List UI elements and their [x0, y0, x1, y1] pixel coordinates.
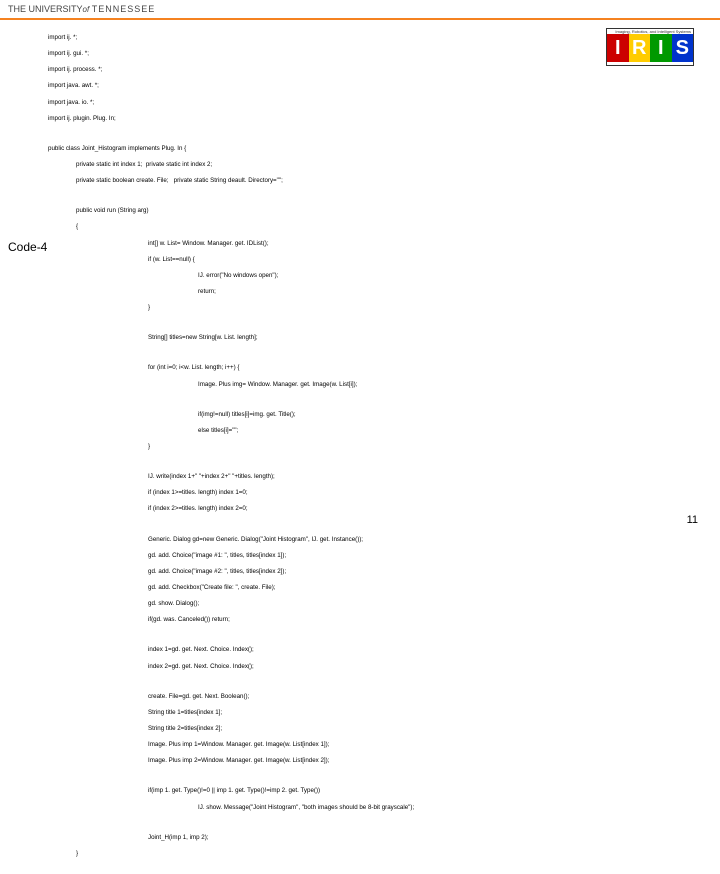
code-line: gd. add. Choice("image #2: ", titles, ti…: [48, 568, 694, 576]
code-line: String title 1=titles[index 1];: [48, 709, 694, 717]
code-line: String[] titles=new String[w. List. leng…: [48, 334, 694, 342]
code-line: Image. Plus imp 2=Window. Manager. get. …: [48, 757, 694, 765]
code-line: for (int i=0; i<w. List. length; i++) {: [48, 364, 694, 372]
code-line: }: [48, 304, 694, 312]
header-tenn: TENNESSEE: [92, 4, 156, 14]
code-line: IJ. show. Message("Joint Histogram", "bo…: [48, 804, 694, 812]
code-line: import ij. *;: [48, 34, 694, 42]
side-label: Code-4: [8, 240, 47, 254]
code-line: if (w. List==null) {: [48, 256, 694, 264]
code-line: gd. add. Checkbox("Create file: ", creat…: [48, 584, 694, 592]
code-line: gd. show. Dialog();: [48, 600, 694, 608]
code-line: index 1=gd. get. Next. Choice. Index();: [48, 646, 694, 654]
code-line: if (index 1>=titles. length) index 1=0;: [48, 489, 694, 497]
code-line: import java. awt. *;: [48, 82, 694, 90]
code-line: Joint_H(imp 1, imp 2);: [48, 834, 694, 842]
code-line: Image. Plus imp 1=Window. Manager. get. …: [48, 741, 694, 749]
code-line: int[] w. List= Window. Manager. get. IDL…: [48, 240, 694, 248]
code-line: public void run (String arg): [48, 207, 694, 215]
code-line: if(gd. was. Canceled()) return;: [48, 616, 694, 624]
code-line: if (index 2>=titles. length) index 2=0;: [48, 505, 694, 513]
code-line: Image. Plus img= Window. Manager. get. I…: [48, 381, 694, 389]
code-line: if(img!=null) titles[i]=img. get. Title(…: [48, 411, 694, 419]
code-line: if(imp 1. get. Type()!=0 || imp 1. get. …: [48, 787, 694, 795]
header-of: of: [83, 5, 90, 14]
code-line: index 2=gd. get. Next. Choice. Index();: [48, 663, 694, 671]
code-line: private static int index 1; private stat…: [48, 161, 694, 169]
code-line: else titles[i]="";: [48, 427, 694, 435]
code-line: {: [48, 223, 694, 231]
code-line: public class Joint_Histogram implements …: [48, 145, 694, 153]
code-line: private static boolean create. File; pri…: [48, 177, 694, 185]
code-line: String title 2=titles[index 2];: [48, 725, 694, 733]
code-line: IJ. write(index 1+" "+index 2+" "+titles…: [48, 473, 694, 481]
code-line: gd. add. Choice("image #1: ", titles, ti…: [48, 552, 694, 560]
code-line: }: [48, 850, 694, 858]
code-line: return;: [48, 288, 694, 296]
header-title: THE UNIVERSITYof TENNESSEE: [8, 4, 155, 14]
code-line: import ij. plugin. Plug. In;: [48, 115, 694, 123]
code-line: import ij. gui. *;: [48, 50, 694, 58]
code-content: import ij. *; import ij. gui. *; import …: [48, 26, 694, 874]
code-line: import java. io. *;: [48, 99, 694, 107]
code-line: import ij. process. *;: [48, 66, 694, 74]
header-univ: UNIVERSITY: [29, 4, 83, 14]
code-line: IJ. error("No windows open");: [48, 272, 694, 280]
code-line: }: [48, 443, 694, 451]
code-line: create. File=gd. get. Next. Boolean();: [48, 693, 694, 701]
header-bar: THE UNIVERSITYof TENNESSEE: [0, 0, 720, 20]
header-the: THE: [8, 4, 26, 14]
